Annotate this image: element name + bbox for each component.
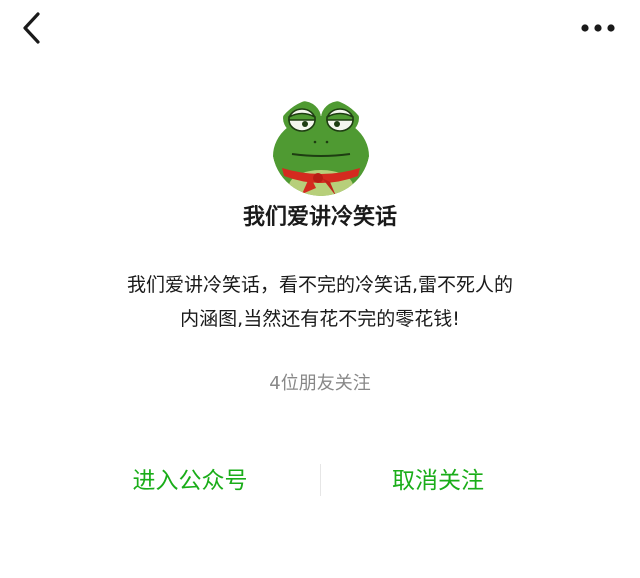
more-button[interactable] [576,12,620,44]
top-bar [0,0,640,60]
back-button[interactable] [14,8,50,48]
account-description: 我们爱讲冷笑话，看不完的冷笑话,雷不死人的 内涵图,当然还有花不完的零花钱! [70,268,570,336]
followers-count: 4位朋友关注 [269,373,371,394]
frog-avatar-icon [272,98,370,196]
unfollow-button[interactable]: 取消关注 [338,458,538,504]
account-avatar [272,98,370,196]
chevron-left-icon [23,12,40,44]
description-line-1: 我们爱讲冷笑话，看不完的冷笑话,雷不死人的 [126,274,514,296]
account-name: 我们爱讲冷笑话 [242,205,397,230]
enter-account-button[interactable]: 进入公众号 [90,458,290,504]
action-divider [320,464,321,496]
action-bar: 进入公众号 取消关注 [0,458,640,504]
more-horizontal-icon [581,24,615,32]
description-line-2: 内涵图,当然还有花不完的零花钱! [180,308,460,330]
